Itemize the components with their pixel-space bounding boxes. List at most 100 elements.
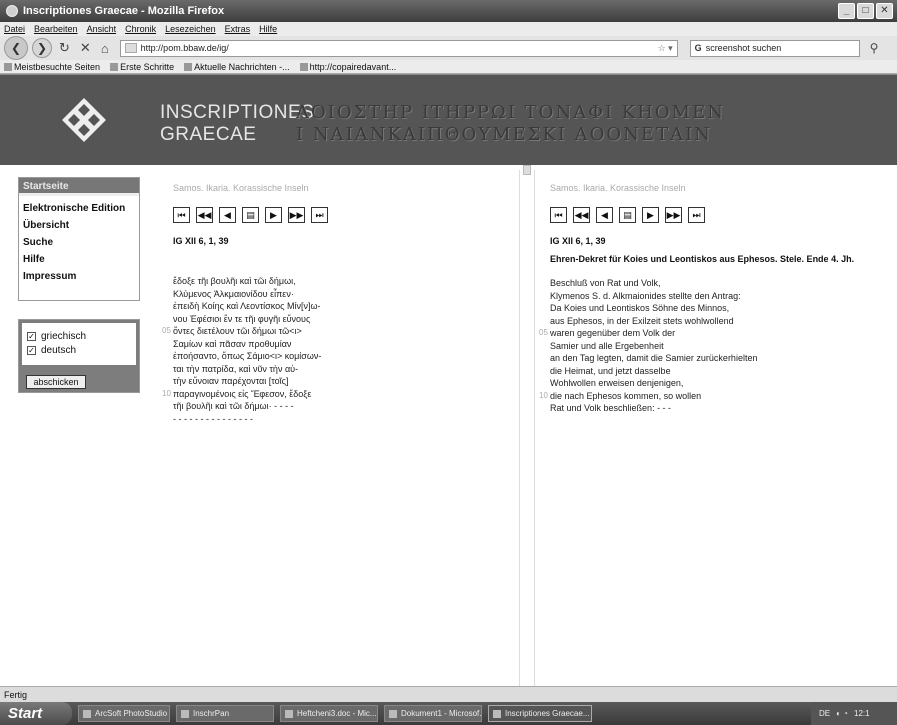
checkbox-checked-icon[interactable]: ✓ xyxy=(27,331,36,341)
first-page-button[interactable]: ⏮ xyxy=(550,207,567,223)
line-text: Samier und alle Ergebenheit xyxy=(550,340,664,351)
maximize-button[interactable]: □ xyxy=(857,3,874,19)
next-10-button[interactable]: ▶▶ xyxy=(665,207,682,223)
first-page-button[interactable]: ⏮ xyxy=(173,207,190,223)
firefox-icon xyxy=(6,5,18,17)
back-button[interactable]: ❮ xyxy=(4,36,28,60)
text-line: νου Ἐφέσιοι ἔν τε τῆι φυγῆι εὔνους xyxy=(173,313,321,326)
prev-button[interactable]: ◀ xyxy=(596,207,613,223)
scrollbar-thumb[interactable] xyxy=(523,165,531,175)
bookmark-item[interactable]: Aktuelle Nachrichten -... xyxy=(184,62,290,72)
prev-button[interactable]: ◀ xyxy=(219,207,236,223)
close-button[interactable]: ✕ xyxy=(876,3,893,19)
greek-text: ἔδοξε τῆι βουλῆι καὶ τῶι δήμωι, Κλύμενος … xyxy=(162,275,322,425)
banner-greek-line1: ΑΟΙΟΣΤΗΡ ΙΤΗΡΡΩΙ ΤΟΝΑΦΙ ΚΗΟΜΕΝ xyxy=(296,102,725,123)
line-text: Klymenos S. d. Alkmaionides stellte den … xyxy=(550,290,741,301)
prev-10-button[interactable]: ◀◀ xyxy=(573,207,590,223)
taskbar: Start ArcSoft PhotoStudio InschrPan Heft… xyxy=(0,702,897,725)
text-line: τῆι βουλῆι καὶ τῶι δήμωι· - - - - xyxy=(173,400,321,413)
last-page-button[interactable]: ⏭ xyxy=(311,207,328,223)
search-magnifier-icon[interactable]: ⚲ xyxy=(870,41,879,55)
start-button[interactable]: Start xyxy=(0,702,72,725)
text-line: Klymenos S. d. Alkmaionides stellte den … xyxy=(550,290,757,303)
checkbox-deutsch[interactable]: ✓ deutsch xyxy=(27,344,136,356)
menu-chronik[interactable]: Chronik xyxy=(125,24,156,34)
forward-button[interactable]: ❯ xyxy=(32,38,52,58)
list-view-button[interactable]: ▤ xyxy=(242,207,259,223)
german-text: Beschluß von Rat und Volk, Klymenos S. d.… xyxy=(539,277,757,415)
menu-datei[interactable]: Datei xyxy=(4,24,25,34)
taskbar-item[interactable]: InschrPan xyxy=(176,705,274,722)
menu-lesezeichen[interactable]: Lesezeichen xyxy=(165,24,216,34)
line-number: 05 xyxy=(162,326,171,335)
taskbar-item[interactable]: Dokument1 - Microsof... xyxy=(384,705,482,722)
line-text: ἐποήσαντο, ὅπως Σάμιο<ι> κομίσων- xyxy=(173,351,322,361)
menu-extras[interactable]: Extras xyxy=(225,24,251,34)
clock[interactable]: 12:1 xyxy=(854,709,870,718)
text-line: an den Tag legten, damit die Samier zurü… xyxy=(550,352,757,365)
inscription-reference: IG XII 6, 1, 39 xyxy=(550,236,606,246)
site-title-line1: INSCRIPTIONES xyxy=(160,102,315,123)
list-view-button[interactable]: ▤ xyxy=(619,207,636,223)
navigation-toolbar: ❮ ❯ ↻ ✕ ⌂ http://pom.bbaw.de/ig/ ☆ ▾ G s… xyxy=(0,36,897,60)
bookmark-item[interactable]: Meistbesuchte Seiten xyxy=(4,62,100,72)
line-text: - - - - - - - - - - - - - - - xyxy=(173,413,253,424)
sidebar-item-startseite[interactable]: Startseite xyxy=(19,178,139,196)
breadcrumb[interactable]: Samos. Ikaria. Korassische Inseln xyxy=(173,183,309,193)
checkbox-griechisch[interactable]: ✓ griechisch xyxy=(27,330,136,342)
firefox-icon xyxy=(493,709,501,718)
search-bar[interactable]: G screenshot suchen xyxy=(689,39,860,57)
site-title: INSCRIPTIONES GRAECAE xyxy=(160,102,314,146)
url-bar[interactable]: http://pom.bbaw.de/ig/ ☆ ▾ xyxy=(119,39,678,57)
menu-ansicht[interactable]: Ansicht xyxy=(87,24,117,34)
status-text: Fertig xyxy=(4,690,28,700)
next-button[interactable]: ▶ xyxy=(642,207,659,223)
minimize-button[interactable]: _ xyxy=(838,3,855,19)
submit-button[interactable]: abschicken xyxy=(26,375,86,389)
bookmark-item[interactable]: http://copairedavant... xyxy=(299,62,396,72)
sidebar-item-hilfe[interactable]: Hilfe xyxy=(19,251,139,268)
taskbar-item[interactable]: Inscriptiones Graecae... xyxy=(488,705,592,722)
text-line: Samier und alle Ergebenheit xyxy=(550,340,757,353)
line-text: Da Koies und Leontiskos Söhne des Minnos… xyxy=(550,303,730,313)
status-bar: Fertig xyxy=(0,686,897,702)
bookmark-icon xyxy=(110,63,119,72)
text-line: Beschluß von Rat und Volk, xyxy=(550,277,757,290)
next-10-button[interactable]: ▶▶ xyxy=(288,207,305,223)
text-line: Wohlwollen erweisen denjenigen, xyxy=(550,377,757,390)
menu-bearbeiten[interactable]: Bearbeiten xyxy=(34,24,78,34)
taskbar-item[interactable]: ArcSoft PhotoStudio xyxy=(78,705,170,722)
stop-icon[interactable]: ✕ xyxy=(77,40,94,56)
sidebar-item-suche[interactable]: Suche xyxy=(19,234,139,251)
line-text: die nach Ephesos kommen, so wollen xyxy=(550,390,702,401)
line-number: 10 xyxy=(539,390,548,400)
line-text: τὴν εὔνοιαν παρέχονται [τοῖς] xyxy=(173,376,289,386)
bookmark-star-icon[interactable]: ☆ ▾ xyxy=(658,43,673,54)
tray-icons[interactable]: ◐ ◔ xyxy=(836,709,848,718)
bookmark-item[interactable]: Erste Schritte xyxy=(110,62,174,72)
breadcrumb[interactable]: Samos. Ikaria. Korassische Inseln xyxy=(550,183,686,193)
menu-hilfe[interactable]: Hilfe xyxy=(259,24,277,34)
checkbox-label: deutsch xyxy=(41,344,77,356)
line-text: aus Ephesos, in der Exilzeit stets wohlw… xyxy=(550,315,734,326)
checkbox-checked-icon[interactable]: ✓ xyxy=(27,345,36,355)
folder-icon xyxy=(181,709,189,718)
sidebar-item-elektronische-edition[interactable]: Elektronische Edition xyxy=(19,200,139,217)
sidebar-item-uebersicht[interactable]: Übersicht xyxy=(19,217,139,234)
text-line: ται τὴν πατρίδα, καὶ νῦν τὴν αὐ- xyxy=(173,363,321,376)
line-text: ὄντες διετέλουν τῶι δήμωι τῶ<ι> xyxy=(173,326,302,336)
taskbar-item[interactable]: Heftcheni3.doc - Mic... xyxy=(280,705,378,722)
line-text: Κλύμενος Ἀλκμαιονίδου εἶπεν· xyxy=(173,288,294,299)
site-logo-icon[interactable] xyxy=(62,98,106,142)
bookmarks-toolbar: Meistbesuchte Seiten Erste Schritte Aktu… xyxy=(0,60,897,74)
text-line: Σαμίων καὶ πᾶσαν προθυμίαν xyxy=(173,338,321,351)
next-button[interactable]: ▶ xyxy=(265,207,282,223)
search-placeholder: screenshot suchen xyxy=(705,43,782,53)
sidebar-item-impressum[interactable]: Impressum xyxy=(19,268,139,285)
last-page-button[interactable]: ⏭ xyxy=(688,207,705,223)
home-icon[interactable]: ⌂ xyxy=(98,41,112,56)
prev-10-button[interactable]: ◀◀ xyxy=(196,207,213,223)
language-indicator[interactable]: DE xyxy=(819,709,830,718)
reload-icon[interactable]: ↻ xyxy=(56,40,73,56)
vertical-scrollbar[interactable] xyxy=(522,165,532,681)
